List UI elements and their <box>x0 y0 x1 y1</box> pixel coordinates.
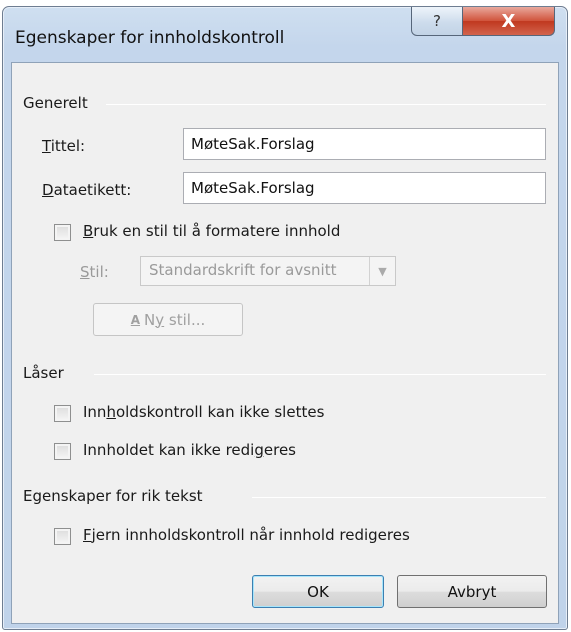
tag-input[interactable]: MøteSak.Forslag <box>183 172 546 204</box>
dialog-title: Egenskaper for innholdskontroll <box>15 28 285 48</box>
new-style-label: Ny stil... <box>144 310 206 329</box>
general-group-divider <box>106 104 546 105</box>
remove-control-checkbox[interactable] <box>54 528 71 545</box>
cannot-delete-label: Innholdskontroll kan ikke slettes <box>83 403 325 421</box>
help-button[interactable]: ? <box>411 7 463 36</box>
dialog-body: Generelt Tittel: MøteSak.Forslag Dataeti… <box>11 62 559 624</box>
new-style-button[interactable]: A Ny stil... <box>93 303 243 336</box>
use-style-label: Bruk en stil til å formatere innhold <box>83 222 341 240</box>
cancel-button[interactable]: Avbryt <box>397 575 547 608</box>
locking-group-divider <box>94 374 546 375</box>
rich-text-group-heading: Egenskaper for rik tekst <box>23 487 203 505</box>
use-style-checkbox[interactable] <box>54 224 71 241</box>
title-input[interactable]: MøteSak.Forslag <box>183 128 546 160</box>
style-dropdown-value: Standardskrift for avsnitt <box>149 261 337 279</box>
tag-field-label: Dataetikett: <box>42 181 132 199</box>
cannot-edit-checkbox[interactable] <box>54 443 71 460</box>
ok-button[interactable]: OK <box>252 575 384 608</box>
close-icon: X <box>501 10 516 32</box>
style-dropdown[interactable]: Standardskrift for avsnitt ▼ <box>140 256 396 286</box>
cannot-delete-checkbox[interactable] <box>54 405 71 422</box>
rich-text-group-divider <box>252 497 546 498</box>
cannot-edit-label: Innholdet kan ikke redigeres <box>83 441 296 459</box>
general-group-heading: Generelt <box>23 94 88 112</box>
chevron-down-icon: ▼ <box>369 257 395 285</box>
remove-control-label: Fjern innholdskontroll når innhold redig… <box>83 526 410 544</box>
dialog-window: Egenskaper for innholdskontroll ? X Gene… <box>2 6 568 630</box>
title-field-label: Tittel: <box>42 137 86 155</box>
close-button[interactable]: X <box>462 7 555 36</box>
locking-group-heading: Låser <box>23 364 64 382</box>
style-label: Stil: <box>80 263 109 281</box>
help-icon: ? <box>433 12 441 30</box>
new-style-icon: A <box>130 312 141 327</box>
